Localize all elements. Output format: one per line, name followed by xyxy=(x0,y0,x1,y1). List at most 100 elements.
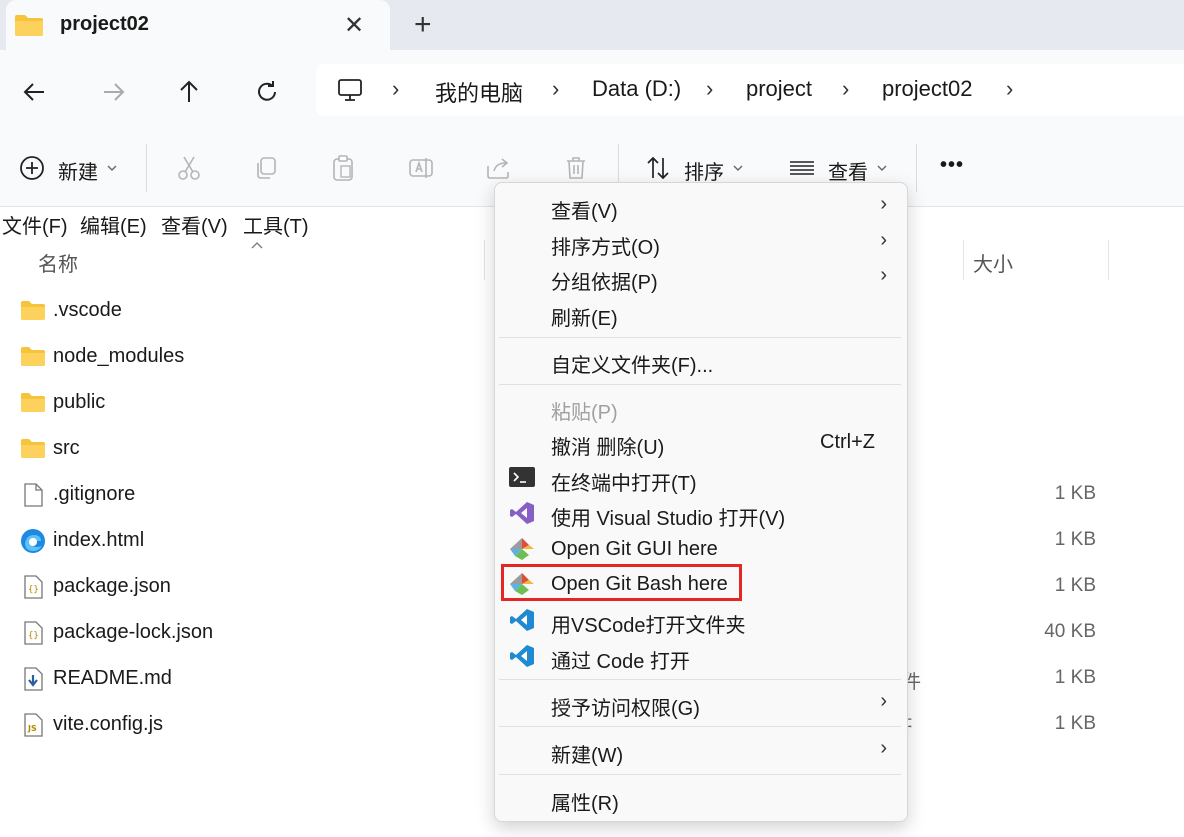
edge-html-icon xyxy=(20,528,46,554)
chevron-down-icon xyxy=(876,160,888,178)
context-menu-item-undo-delete[interactable]: 撤消 删除(U) Ctrl+Z xyxy=(495,425,907,459)
menu-separator xyxy=(499,384,901,385)
menu-separator xyxy=(499,774,901,775)
column-divider[interactable] xyxy=(1108,240,1109,280)
vscode-icon xyxy=(509,608,535,632)
breadcrumb-data-drive[interactable]: Data (D:) xyxy=(592,76,681,102)
divider xyxy=(916,144,917,192)
menu-item-label: 排序方式(O) xyxy=(551,237,660,259)
menu-tools[interactable]: 工具(T) xyxy=(243,210,309,239)
context-menu-item-view[interactable]: 查看(V) › xyxy=(495,189,907,223)
json-file-icon: {} xyxy=(20,620,46,646)
new-tab-button[interactable]: + xyxy=(414,8,432,42)
chevron-down-icon xyxy=(732,160,744,178)
file-name: public xyxy=(53,391,106,413)
column-divider[interactable] xyxy=(963,240,964,280)
visual-studio-icon xyxy=(509,501,535,525)
context-menu-item-sort-by[interactable]: 排序方式(O) › xyxy=(495,225,907,259)
tab-title: project02 xyxy=(60,13,149,35)
forward-button[interactable] xyxy=(93,74,133,110)
chevron-right-icon: › xyxy=(880,193,887,215)
chevron-right-icon: › xyxy=(880,737,887,759)
file-size: 1 KB xyxy=(1054,575,1096,596)
up-button[interactable] xyxy=(169,74,209,110)
folder-icon xyxy=(14,13,44,42)
menu-view[interactable]: 查看(V) xyxy=(161,210,228,239)
view-lines-icon[interactable] xyxy=(784,150,820,186)
menu-separator xyxy=(499,337,901,338)
svg-text:{}: {} xyxy=(28,631,39,641)
new-button-label[interactable]: 新建 xyxy=(58,156,98,185)
file-name: .vscode xyxy=(53,299,122,321)
context-menu-item-paste[interactable]: 粘贴(P) xyxy=(495,390,907,424)
share-icon[interactable] xyxy=(480,150,516,186)
json-file-icon: {} xyxy=(20,574,46,600)
file-size: 1 KB xyxy=(1054,529,1096,550)
vscode-icon xyxy=(509,644,535,668)
breadcrumb-separator: › xyxy=(552,76,560,101)
up-arrow-icon xyxy=(180,80,198,102)
file-size: 40 KB xyxy=(1044,621,1096,642)
file-name: package.json xyxy=(53,575,171,597)
menu-item-label: 使用 Visual Studio 打开(V) xyxy=(551,508,786,530)
file-name: vite.config.js xyxy=(53,713,164,735)
column-header-name[interactable]: 名称 xyxy=(38,248,78,277)
computer-icon xyxy=(336,76,364,109)
folder-icon xyxy=(20,390,46,416)
rename-icon[interactable] xyxy=(403,150,439,186)
sort-button-label[interactable]: 排序 xyxy=(684,156,724,185)
copy-icon[interactable] xyxy=(248,150,284,186)
context-menu-item-group-by[interactable]: 分组依据(P) › xyxy=(495,260,907,294)
context-menu-item-grant-access[interactable]: 授予访问权限(G) › xyxy=(495,686,907,720)
column-divider[interactable] xyxy=(484,240,485,280)
menu-separator xyxy=(499,726,901,727)
divider xyxy=(146,144,147,192)
chevron-right-icon: › xyxy=(880,229,887,251)
breadcrumb-project[interactable]: project xyxy=(746,76,812,102)
context-menu-item-refresh[interactable]: 刷新(E) xyxy=(495,296,907,330)
folder-icon xyxy=(20,344,46,370)
breadcrumb-project02[interactable]: project02 xyxy=(882,76,973,102)
cut-icon[interactable] xyxy=(171,150,207,186)
refresh-button[interactable] xyxy=(247,74,287,110)
chevron-down-icon xyxy=(106,160,118,178)
more-options-button[interactable]: ••• xyxy=(940,154,964,177)
context-menu-item-open-terminal[interactable]: 在终端中打开(T) xyxy=(495,461,907,495)
context-menu-item-open-visual-studio[interactable]: 使用 Visual Studio 打开(V) xyxy=(495,496,907,530)
back-button[interactable] xyxy=(15,74,55,110)
sort-icon[interactable] xyxy=(640,150,676,186)
delete-icon[interactable] xyxy=(558,150,594,186)
file-name: index.html xyxy=(53,529,145,551)
context-menu-item-open-with-code[interactable]: 通过 Code 打开 xyxy=(495,639,907,673)
sort-ascending-caret-icon xyxy=(250,236,264,254)
menu-item-label: 自定义文件夹(F)... xyxy=(551,355,714,377)
file-name: package-lock.json xyxy=(53,621,214,643)
context-menu-item-new[interactable]: 新建(W) › xyxy=(495,733,907,767)
menu-item-label: Open Git GUI here xyxy=(551,538,718,560)
breadcrumb-separator: › xyxy=(392,76,400,101)
new-plus-icon[interactable] xyxy=(14,150,50,186)
close-tab-button[interactable]: ✕ xyxy=(344,11,364,40)
context-menu-item-open-vscode-folder[interactable]: 用VSCode打开文件夹 xyxy=(495,603,907,637)
forward-arrow-icon xyxy=(104,83,125,101)
svg-text:{}: {} xyxy=(28,585,39,595)
file-name: src xyxy=(53,437,80,459)
paste-icon[interactable] xyxy=(325,150,361,186)
file-name: README.md xyxy=(53,667,172,689)
breadcrumb-my-computer[interactable]: 我的电脑 xyxy=(435,76,523,108)
menu-edit[interactable]: 编辑(E) xyxy=(80,210,147,239)
file-size: 1 KB xyxy=(1054,667,1096,688)
view-button-label[interactable]: 查看 xyxy=(828,156,868,185)
breadcrumb-separator: › xyxy=(706,76,714,101)
column-header-size[interactable]: 大小 xyxy=(973,248,1013,277)
context-menu-item-git-gui[interactable]: Open Git GUI here xyxy=(495,532,907,566)
file-size: 1 KB xyxy=(1054,713,1096,734)
context-menu-item-properties[interactable]: 属性(R) xyxy=(495,781,907,815)
menu-item-label: 粘贴(P) xyxy=(551,402,618,424)
context-menu-item-customize-folder[interactable]: 自定义文件夹(F)... xyxy=(495,343,907,377)
file-name: node_modules xyxy=(53,345,185,367)
context-menu: 查看(V) › 排序方式(O) › 分组依据(P) › 刷新(E) 自定义文件夹… xyxy=(494,182,908,822)
menu-file[interactable]: 文件(F) xyxy=(2,210,68,239)
menu-item-label: 在终端中打开(T) xyxy=(551,473,697,495)
menu-item-label: 查看(V) xyxy=(551,201,618,223)
